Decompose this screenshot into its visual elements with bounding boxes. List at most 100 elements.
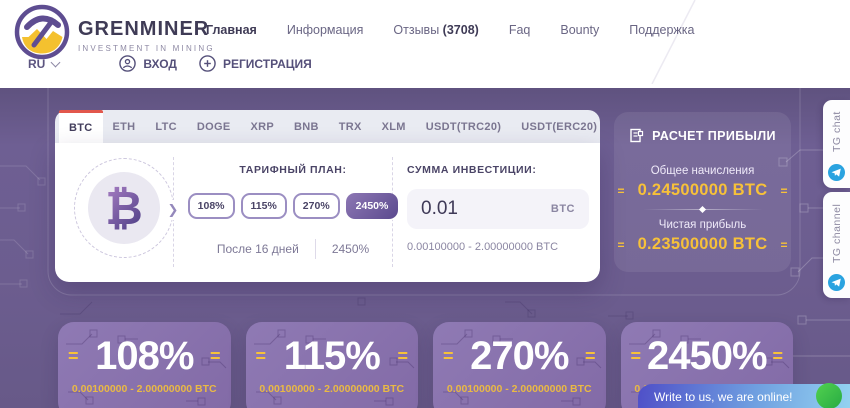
nav-item-faq[interactable]: Faq [509,23,531,37]
plan-button-2450[interactable]: 2450% [346,193,399,219]
register-button[interactable]: РЕГИСТРАЦИЯ [199,55,312,72]
logo-icon [14,4,70,60]
equals-icon: = [397,346,408,367]
telegram-icon [828,274,845,291]
main-nav: Главная Информация Отзывы (3708) Faq Bou… [206,23,695,37]
nav-item-home[interactable]: Главная [206,23,257,37]
logo-text: GRENMINER INVESTMENT IN MINING [78,18,215,53]
tab-xrp[interactable]: XRP [240,110,284,143]
amount-currency: BTC [551,203,575,215]
plan-buttons: 108% 115% 270% 2450% [195,193,391,219]
card-percent-row: = 2450% = [621,336,794,376]
nav-item-support[interactable]: Поддержка [629,23,694,37]
profit-title: РАСЧЕТ ПРИБЫЛИ [652,129,776,143]
plan-button-108[interactable]: 108% [188,193,235,219]
telegram-icon [828,164,845,181]
profit-panel: РАСЧЕТ ПРИБЫЛИ Общее начисления = 0.2450… [614,112,791,272]
card-percent: 270% [454,336,585,376]
tab-ltc[interactable]: LTC [145,110,186,143]
equals-icon: = [772,346,783,367]
site-header: GRENMINER INVESTMENT IN MINING Главная И… [0,0,850,84]
term-row: После 16 дней 2450% [195,239,391,259]
nav-item-information[interactable]: Информация [287,23,364,37]
profit-total-row: = 0.24500000 BTC = [614,181,791,200]
card-percent: 108% [79,336,210,376]
card-percent-row: = 108% = [58,336,231,376]
equals-icon: = [585,346,596,367]
amount-input[interactable] [421,198,551,220]
equals-icon: = [618,238,625,252]
tab-bnb[interactable]: BNB [284,110,329,143]
card-percent: 115% [266,336,397,376]
tab-eth[interactable]: ETH [103,110,146,143]
plan-button-270[interactable]: 270% [293,193,340,219]
chat-operator-avatar [816,383,842,408]
logo[interactable] [14,4,70,60]
card-range: 0.00100000 - 2.00000000 BTC [246,383,419,395]
plan-card-115[interactable]: = 115% = 0.00100000 - 2.00000000 BTC [246,322,419,408]
profit-title-row: РАСЧЕТ ПРИБЫЛИ [614,128,791,143]
page: КАЛЬКУЛЯТОР НАЧИСЛЕНИЙ GRENMINER INVESTM… [0,0,850,408]
term-percent: 2450% [332,242,369,256]
hero-section: BTC ETH LTC DOGE XRP BNB TRX XLM USDT(TR… [0,88,850,408]
card-range: 0.00100000 - 2.00000000 BTC [58,383,231,395]
tab-usdt-trc20[interactable]: USDT(TRC20) [416,110,511,143]
profit-net-row: = 0.23500000 BTC = [614,235,791,254]
tg-chat-label: TG chat [831,100,843,164]
equals-icon: = [256,346,267,367]
profit-total-value: 0.24500000 BTC [638,181,768,200]
calculator-card: BTC ETH LTC DOGE XRP BNB TRX XLM USDT(TR… [55,110,600,282]
chevron-right-icon: ❯ [165,200,181,220]
plan-block: ТАРИФНЫЙ ПЛАН: 108% 115% 270% 2450% Посл… [195,143,391,282]
plus-circle-icon [199,55,216,72]
tg-channel-label: TG channel [831,192,843,274]
equals-icon: = [780,184,787,198]
register-label: РЕГИСТРАЦИЯ [223,57,312,71]
tab-trx[interactable]: TRX [329,110,372,143]
card-percent-row: = 270% = [433,336,606,376]
tg-channel-tab[interactable]: TG channel [823,192,850,298]
tg-chat-tab[interactable]: TG chat [823,100,850,188]
profit-net-label: Чистая прибыль [614,219,791,231]
profit-net-value: 0.23500000 BTC [638,235,768,254]
language-value: RU [28,57,45,71]
equals-icon: = [631,346,642,367]
nav-item-reviews[interactable]: Отзывы (3708) [393,23,478,37]
login-button[interactable]: ВХОД [119,55,177,72]
amount-label: СУММА ИНВЕСТИЦИИ: [407,164,589,176]
profit-divider [643,209,763,210]
amount-input-wrap: BTC [407,189,589,229]
language-selector[interactable]: RU [28,57,59,71]
nav-item-bounty[interactable]: Bounty [560,23,599,37]
user-icon [119,55,136,72]
card-range: 0.00100000 - 2.00000000 BTC [433,383,606,395]
coin-tabbar: BTC ETH LTC DOGE XRP BNB TRX XLM USDT(TR… [55,110,600,143]
equals-icon: = [210,346,221,367]
btc-symbol: ₿ [105,185,143,231]
receipt-icon [629,128,644,143]
plan-button-115[interactable]: 115% [241,193,287,219]
logo-subtitle: INVESTMENT IN MINING [78,44,215,53]
equals-icon: = [780,238,787,252]
login-label: ВХОД [143,57,177,71]
chevron-down-icon [51,57,61,67]
tab-xlm[interactable]: XLM [372,110,416,143]
equals-icon: = [68,346,79,367]
tab-doge[interactable]: DOGE [187,110,241,143]
equals-icon: = [618,184,625,198]
calculator-body: ₿ ❯ ❯ ТАРИФНЫЙ ПЛАН: 108% 115% 270% 2450… [55,143,600,282]
tab-usdt-erc20[interactable]: USDT(ERC20) [511,110,607,143]
plan-card-270[interactable]: = 270% = 0.00100000 - 2.00000000 BTC [433,322,606,408]
amount-block: СУММА ИНВЕСТИЦИИ: BTC 0.00100000 - 2.000… [407,143,589,282]
term-divider [315,239,316,259]
plan-card-108[interactable]: = 108% = 0.00100000 - 2.00000000 BTC [58,322,231,408]
chat-widget[interactable]: Write to us, we are online! [638,384,850,408]
term-text: После 16 дней [217,242,299,256]
card-percent: 2450% [641,336,772,376]
btc-coin-icon: ₿ [88,172,160,244]
tab-btc[interactable]: BTC [59,110,103,143]
chat-message: Write to us, we are online! [654,390,793,404]
logo-title: GRENMINER [78,18,215,41]
profit-total-label: Общее начисления [614,165,791,177]
card-percent-row: = 115% = [246,336,419,376]
